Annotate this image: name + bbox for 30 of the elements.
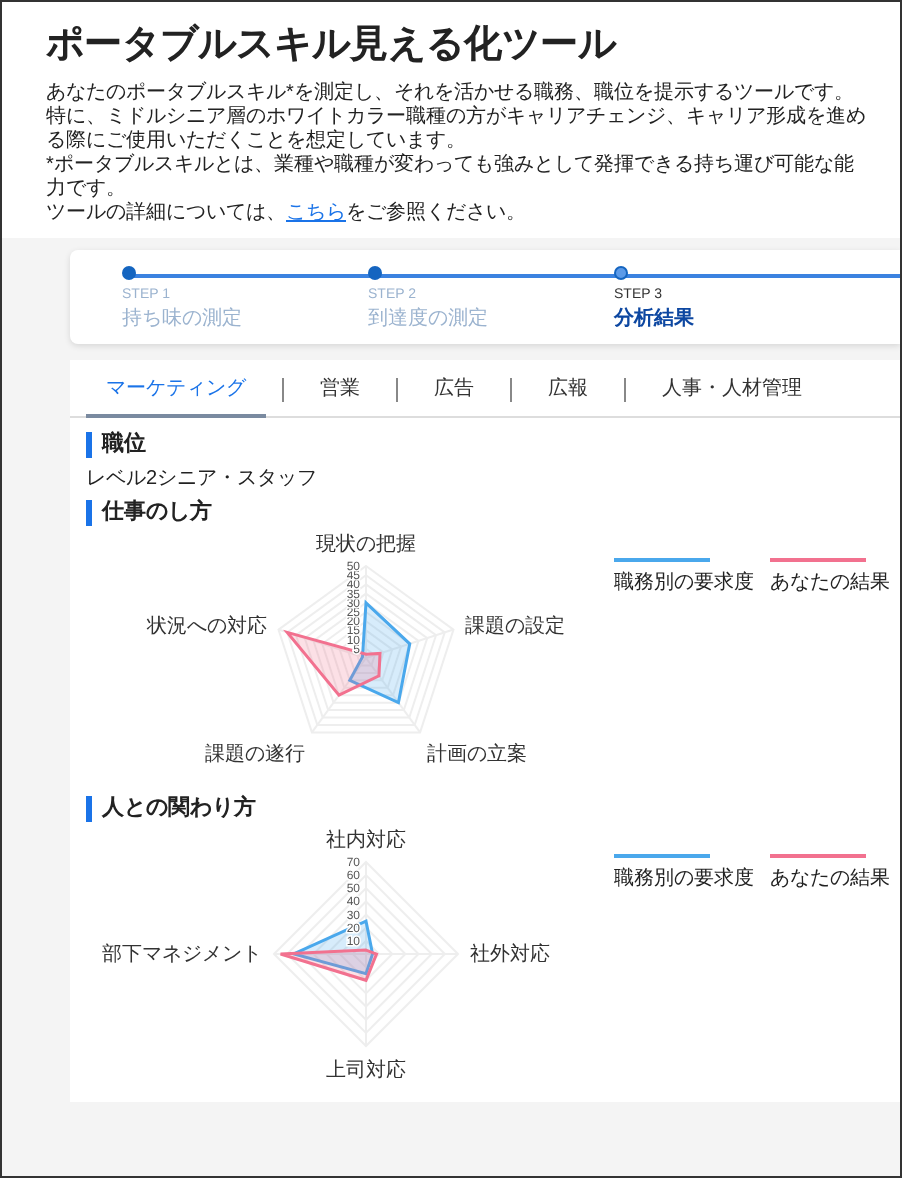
intro-text: あなたのポータブルスキル*を測定し、それを活かせる職務、職位を提示するツールです。	[46, 82, 856, 105]
section-heading: 仕事のし方	[86, 500, 900, 526]
category-tab[interactable]: 広報	[528, 364, 608, 418]
legend-label: 職務別の要求度	[614, 865, 754, 892]
axis-label: 社外対応	[470, 944, 550, 966]
position-value: レベル2シニア・スタッフ	[86, 466, 320, 492]
axis-label: 課題の設定	[464, 615, 565, 638]
category-tab[interactable]: 広告	[414, 364, 494, 418]
intro-text: ツールの詳細については、こちら をご参照ください。	[46, 202, 528, 226]
legend-label: 職務別の要求度	[614, 569, 754, 596]
axis-label: 上司対応	[326, 1060, 406, 1082]
axis-label: 現状の把握	[316, 534, 416, 556]
page-title: ポータブルスキル見える化ツール	[46, 21, 619, 70]
axis-label: 計画の立案	[427, 744, 528, 767]
intro-text: *ポータブルスキルとは、業種や職種が変わっても強みとして発揮できる持ち運び可能な能力です。	[46, 154, 856, 201]
step-label: 持ち味の測定	[122, 305, 242, 332]
step-label: 分析結果	[614, 305, 694, 332]
section-heading: 職位	[86, 432, 900, 458]
axis-label: 部下マネジメント	[102, 944, 262, 966]
axis-label: 社内対応	[326, 830, 406, 852]
section-heading: 人との関わり方	[86, 796, 900, 822]
category-tab[interactable]: 人事・人材管理	[642, 364, 822, 418]
legend-label: あなたの結果	[770, 570, 890, 596]
legend-label: あなたの結果	[770, 866, 890, 892]
details-link[interactable]: こちら	[286, 202, 346, 224]
intro-text: 特に、ミドルシニア層のホワイトカラー職種の方がキャリアチェンジ、キャリア形成を進める際にご使用いただくことを想定しています。	[46, 106, 868, 153]
axis-label: 状況への対応	[147, 615, 268, 638]
axis-label: 課題の遂行	[204, 744, 305, 767]
step-label: 到達度の測定	[368, 305, 488, 332]
category-tab[interactable]: 営業	[300, 364, 380, 418]
